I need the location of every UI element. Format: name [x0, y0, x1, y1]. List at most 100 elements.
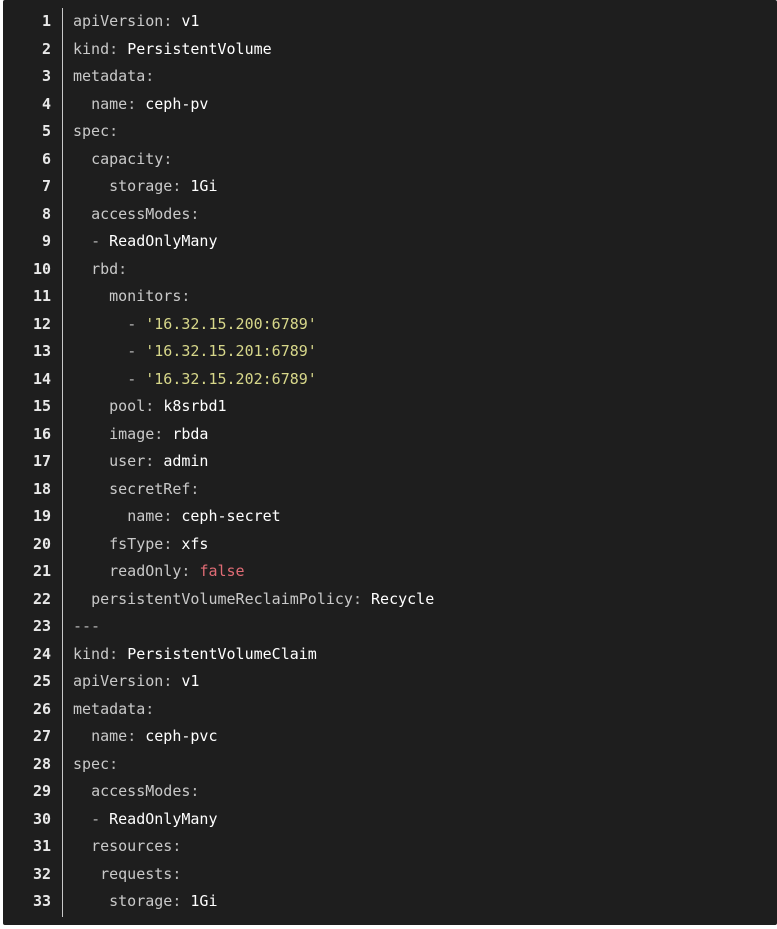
code-line[interactable]: 15 pool: k8srbd1: [3, 393, 777, 421]
line-number: 19: [32, 507, 51, 525]
code-block[interactable]: 1 apiVersion: v1 2 kind: PersistentVolume 3 m…: [3, 8, 777, 916]
code-line[interactable]: 2 kind: PersistentVolume: [3, 36, 777, 64]
code-line[interactable]: 3 metadata:: [3, 63, 777, 91]
yaml-key: name: [127, 507, 164, 525]
code-line[interactable]: 33 storage: 1Gi: [3, 888, 777, 916]
line-content: name: ceph-pv: [73, 91, 208, 119]
code-line[interactable]: 30 - ReadOnlyMany: [3, 806, 777, 834]
code-line[interactable]: 9 - ReadOnlyMany: [3, 228, 777, 256]
code-line[interactable]: 5 spec:: [3, 118, 777, 146]
yaml-key: user: [109, 452, 146, 470]
code-line[interactable]: 7 storage: 1Gi: [3, 173, 777, 201]
code-line[interactable]: 22 persistentVolumeReclaimPolicy: Recycl…: [3, 586, 777, 614]
yaml-value: ceph-pv: [145, 94, 209, 113]
yaml-separator: :: [163, 12, 182, 30]
code-line[interactable]: 18 secretRef:: [3, 476, 777, 504]
code-line[interactable]: 1 apiVersion: v1: [3, 8, 777, 36]
line-number: 23: [32, 617, 51, 635]
code-line[interactable]: 20 fsType: xfs: [3, 531, 777, 559]
yaml-separator: :: [127, 94, 146, 113]
code-line[interactable]: 14 - '16.32.15.202:6789': [3, 366, 777, 394]
yaml-separator: :: [163, 534, 182, 553]
yaml-separator: :: [127, 727, 146, 745]
yaml-key: resources: [91, 837, 173, 855]
yaml-value: ceph-pvc: [145, 727, 218, 745]
code-line[interactable]: 4 name: ceph-pv: [3, 91, 777, 119]
code-editor[interactable]: 1 apiVersion: v1 2 kind: PersistentVolume 3 m…: [3, 0, 777, 925]
yaml-key: metadata: [73, 67, 146, 85]
code-line[interactable]: 23 ---: [3, 613, 777, 641]
yaml-key: spec: [73, 122, 110, 140]
code-line[interactable]: 10 rbd:: [3, 256, 777, 284]
code-line[interactable]: 17 user: admin: [3, 448, 777, 476]
code-line[interactable]: 11 monitors:: [3, 283, 777, 311]
line-number: 16: [32, 424, 51, 443]
yaml-separator: :: [172, 177, 191, 195]
line-number: 31: [32, 837, 51, 855]
yaml-key: persistentVolumeReclaimPolicy: [91, 589, 353, 608]
line-number: 1: [41, 12, 51, 30]
line-number: 12: [32, 314, 51, 333]
line-content: - '16.32.15.201:6789': [73, 338, 317, 366]
line-number: 29: [32, 782, 51, 800]
yaml-value: PersistentVolumeClaim: [127, 644, 317, 663]
yaml-separator: :: [190, 204, 200, 223]
line-content: apiVersion: v1: [73, 668, 199, 696]
line-number: 11: [32, 287, 51, 305]
code-line[interactable]: 31 resources:: [3, 833, 777, 861]
code-line[interactable]: 26 metadata:: [3, 696, 777, 724]
code-line[interactable]: 16 image: rbda: [3, 421, 777, 449]
yaml-value: ReadOnlyMany: [109, 809, 218, 828]
line-content: metadata:: [73, 696, 154, 724]
code-line[interactable]: 13 - '16.32.15.201:6789': [3, 338, 777, 366]
line-number: 7: [41, 177, 51, 195]
line-content: - ReadOnlyMany: [73, 228, 218, 256]
code-line[interactable]: 21 readOnly: false: [3, 558, 777, 586]
line-number: 14: [32, 369, 51, 388]
code-line[interactable]: 32 requests:: [3, 861, 777, 889]
yaml-separator: :: [352, 589, 372, 608]
code-line[interactable]: 29 accessModes:: [3, 778, 777, 806]
code-line[interactable]: 24 kind: PersistentVolumeClaim: [3, 641, 777, 669]
code-line[interactable]: 28 spec:: [3, 751, 777, 779]
yaml-separator: :: [109, 122, 119, 140]
line-number: 28: [32, 754, 51, 773]
code-line[interactable]: 12 - '16.32.15.200:6789': [3, 311, 777, 339]
line-number: 8: [41, 204, 51, 223]
yaml-separator: :: [109, 39, 128, 58]
yaml-separator: :: [163, 149, 173, 168]
yaml-key: name: [91, 727, 128, 745]
yaml-value: ReadOnlyMany: [109, 232, 218, 250]
code-line[interactable]: 25 apiVersion: v1: [3, 668, 777, 696]
yaml-value: '16.32.15.201:6789': [145, 342, 317, 360]
yaml-separator: :: [163, 507, 182, 525]
yaml-separator: :: [163, 672, 182, 690]
line-content: rbd:: [73, 256, 127, 284]
code-line[interactable]: 19 name: ceph-secret: [3, 503, 777, 531]
line-number: 22: [32, 589, 51, 608]
line-number: 13: [32, 342, 51, 360]
code-line[interactable]: 27 name: ceph-pvc: [3, 723, 777, 751]
code-line[interactable]: 6 capacity:: [3, 146, 777, 174]
yaml-separator: :: [118, 259, 128, 278]
line-number: 20: [32, 534, 51, 553]
line-content: storage: 1Gi: [73, 888, 217, 916]
yaml-key: fsType: [109, 534, 164, 553]
yaml-value: '16.32.15.202:6789': [145, 369, 317, 388]
code-line[interactable]: 8 accessModes:: [3, 201, 777, 229]
yaml-key: storage: [109, 177, 173, 195]
line-number: 6: [41, 149, 51, 168]
line-number: 9: [41, 232, 51, 250]
line-number: 30: [32, 809, 51, 828]
yaml-separator: :: [181, 562, 200, 580]
